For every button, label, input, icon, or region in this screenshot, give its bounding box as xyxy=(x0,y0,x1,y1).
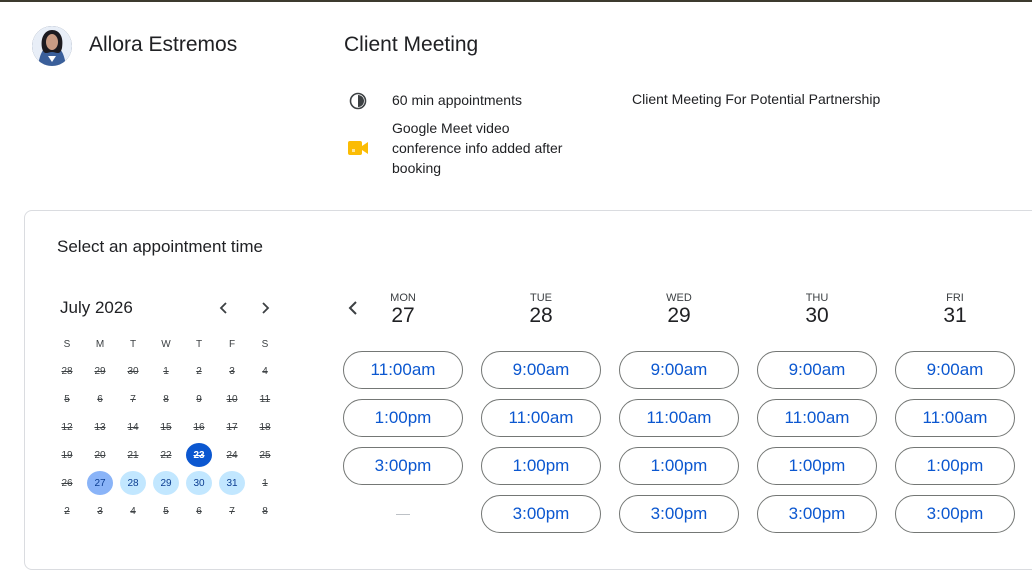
time-slot-button[interactable]: 9:00am xyxy=(619,351,739,389)
calendar-weekday-header: W xyxy=(161,338,171,350)
conference-text-line3: booking xyxy=(392,160,442,176)
calendar-day: 2 xyxy=(64,505,70,517)
no-slot-placeholder xyxy=(396,514,410,515)
calendar-day: 5 xyxy=(163,505,169,517)
day-date-label: 31 xyxy=(943,304,967,327)
calendar-day[interactable]: 30 xyxy=(186,471,212,495)
calendar-day: 1 xyxy=(262,477,268,489)
conference-text-line1: Google Meet video xyxy=(392,120,510,136)
google-meet-icon xyxy=(347,140,369,161)
calendar-day: 25 xyxy=(259,449,271,461)
calendar-day: 15 xyxy=(160,421,172,433)
calendar-day: 5 xyxy=(64,393,70,405)
calendar-day: 18 xyxy=(259,421,271,433)
day-of-week-label: WED xyxy=(666,292,692,304)
calendar-day: 13 xyxy=(94,421,106,433)
calendar-day: 20 xyxy=(94,449,106,461)
clock-icon xyxy=(349,92,367,115)
time-slot-button[interactable]: 1:00pm xyxy=(619,447,739,485)
calendar-weekday-header: M xyxy=(95,338,105,350)
calendar-day: 12 xyxy=(61,421,73,433)
calendar-weekday-header: T xyxy=(195,338,203,350)
time-slot-button[interactable]: 9:00am xyxy=(757,351,877,389)
time-slot-button[interactable]: 11:00am xyxy=(343,351,463,389)
calendar-weekday-header: T xyxy=(129,338,137,350)
avatar xyxy=(32,26,72,66)
calendar-day: 3 xyxy=(229,365,235,377)
calendar-weekday-header: S xyxy=(261,338,269,350)
next-month-button[interactable] xyxy=(253,296,277,320)
calendar-day: 11 xyxy=(259,393,271,405)
time-slot-button[interactable]: 11:00am xyxy=(895,399,1015,437)
calendar-day: 9 xyxy=(196,393,202,405)
conference-text: Google Meet video conference info added … xyxy=(392,118,562,178)
time-slot-button[interactable]: 9:00am xyxy=(895,351,1015,389)
calendar-day: 4 xyxy=(262,365,268,377)
calendar-day[interactable]: 28 xyxy=(120,471,146,495)
calendar-day: 8 xyxy=(262,505,268,517)
calendar-day: 6 xyxy=(196,505,202,517)
page-title: Client Meeting xyxy=(344,33,479,56)
time-slot-button[interactable]: 3:00pm xyxy=(757,495,877,533)
prev-month-button[interactable] xyxy=(212,296,236,320)
calendar-day: 24 xyxy=(226,449,238,461)
calendar-day: 26 xyxy=(61,477,73,489)
calendar-day: 1 xyxy=(163,365,169,377)
day-of-week-label: THU xyxy=(805,292,829,304)
time-slot-button[interactable]: 3:00pm xyxy=(619,495,739,533)
day-date-label: 28 xyxy=(529,304,553,327)
calendar-day: 17 xyxy=(226,421,238,433)
calendar-day: 3 xyxy=(97,505,103,517)
time-slot-button[interactable]: 9:00am xyxy=(481,351,601,389)
chevron-left-icon xyxy=(219,302,227,314)
calendar-day: 6 xyxy=(97,393,103,405)
duration-text: 60 min appointments xyxy=(392,92,522,108)
conference-text-line2: conference info added after xyxy=(392,140,563,156)
chevron-right-icon xyxy=(262,302,270,314)
calendar-day: 10 xyxy=(226,393,238,405)
calendar-day: 21 xyxy=(127,449,139,461)
calendar-day: 8 xyxy=(163,393,169,405)
calendar-day: 4 xyxy=(130,505,136,517)
day-date-label: 29 xyxy=(667,304,691,327)
calendar-day: 7 xyxy=(229,505,235,517)
calendar-day: 7 xyxy=(130,393,136,405)
calendar-day[interactable]: 31 xyxy=(219,471,245,495)
time-slot-button[interactable]: 1:00pm xyxy=(895,447,1015,485)
meeting-description: Client Meeting For Potential Partnership xyxy=(632,91,881,107)
calendar-day: 14 xyxy=(127,421,139,433)
window-top-border xyxy=(0,0,1032,2)
time-slot-button[interactable]: 1:00pm xyxy=(481,447,601,485)
time-slot-button[interactable]: 11:00am xyxy=(757,399,877,437)
time-slot-button[interactable]: 11:00am xyxy=(619,399,739,437)
time-slot-button[interactable]: 3:00pm xyxy=(343,447,463,485)
time-slot-button[interactable]: 3:00pm xyxy=(895,495,1015,533)
calendar-day: 30 xyxy=(127,365,139,377)
calendar-day: 19 xyxy=(61,449,73,461)
calendar-day: 22 xyxy=(160,449,172,461)
day-date-label: 27 xyxy=(391,304,415,327)
booking-heading: Select an appointment time xyxy=(57,237,264,256)
calendar-weekday-header: S xyxy=(63,338,71,350)
time-slot-button[interactable]: 11:00am xyxy=(481,399,601,437)
calendar-day: 29 xyxy=(94,365,106,377)
calendar-month-label: July 2026 xyxy=(60,298,133,317)
calendar-weekday-header: F xyxy=(228,338,236,350)
time-slot-button[interactable]: 1:00pm xyxy=(757,447,877,485)
day-date-label: 30 xyxy=(805,304,829,327)
calendar-day[interactable]: 27 xyxy=(87,471,113,495)
day-of-week-label: FRI xyxy=(946,292,964,304)
day-of-week-label: MON xyxy=(390,292,416,304)
calendar-day: 16 xyxy=(193,421,205,433)
calendar-day[interactable]: 29 xyxy=(153,471,179,495)
time-slot-button[interactable]: 3:00pm xyxy=(481,495,601,533)
time-slot-button[interactable]: 1:00pm xyxy=(343,399,463,437)
host-name: Allora Estremos xyxy=(89,33,238,56)
day-of-week-label: TUE xyxy=(530,292,552,304)
calendar-day: 2 xyxy=(196,365,202,377)
calendar-day[interactable]: 23 xyxy=(186,443,212,467)
host-portrait-icon xyxy=(32,26,72,66)
calendar-day: 28 xyxy=(61,365,73,377)
